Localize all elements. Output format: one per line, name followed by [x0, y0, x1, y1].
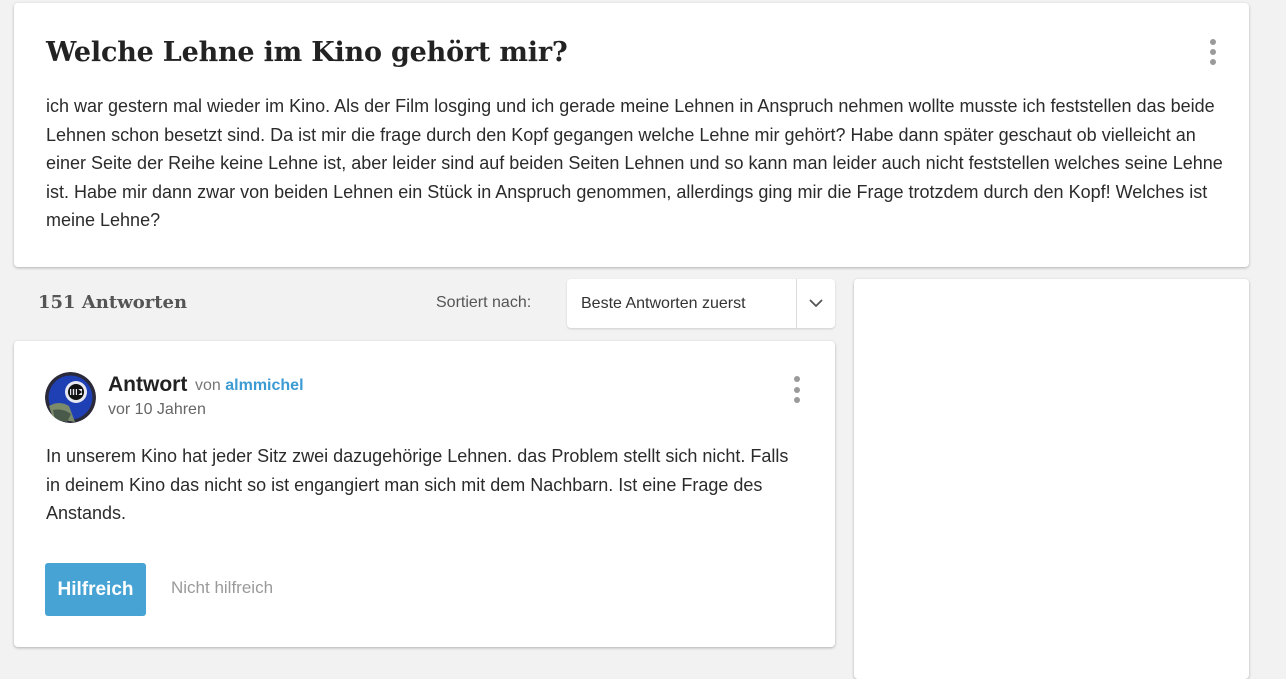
not-helpful-button[interactable]: Nicht hilfreich	[171, 578, 273, 598]
answer-card: Antwort von almmichel vor 10 Jahren In u…	[14, 341, 835, 647]
sort-dropdown[interactable]: Beste Antworten zuerst	[567, 279, 835, 328]
answers-count: 151 Antworten	[38, 292, 188, 313]
answer-by-text: von	[195, 377, 221, 394]
more-vertical-icon[interactable]	[791, 376, 803, 403]
answer-byline: von almmichel	[195, 377, 304, 395]
helpful-button[interactable]: Hilfreich	[45, 563, 146, 616]
sort-selected-value: Beste Antworten zuerst	[581, 294, 746, 312]
question-body: ich war gestern mal wieder im Kino. Als …	[46, 96, 1223, 230]
question-title: Welche Lehne im Kino gehört mir?	[46, 37, 568, 68]
answer-label: Antwort	[108, 373, 188, 396]
sidebar-card	[854, 279, 1249, 679]
answer-body: In unserem Kino hat jeder Sitz zwei dazu…	[46, 446, 789, 523]
answer-timestamp: vor 10 Jahren	[108, 401, 206, 418]
sort-label: Sortiert nach:	[436, 294, 532, 311]
author-link[interactable]: almmichel	[225, 377, 303, 394]
user-avatar[interactable]	[45, 372, 96, 423]
question-card: Welche Lehne im Kino gehört mir? ich war…	[14, 3, 1249, 267]
more-vertical-icon[interactable]	[1207, 39, 1219, 65]
chevron-down-icon[interactable]	[796, 279, 835, 328]
